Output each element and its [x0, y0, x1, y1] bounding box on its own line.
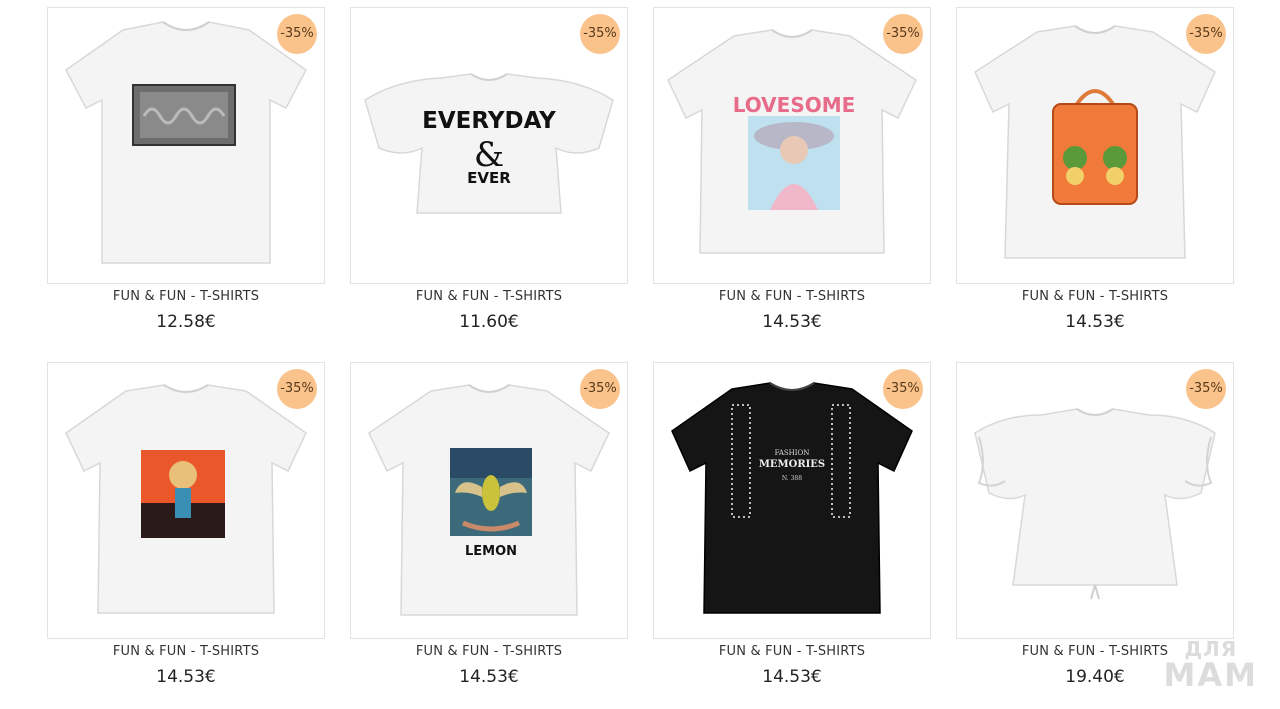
discount-badge: -35% [277, 14, 317, 54]
product-price: 14.53€ [762, 312, 822, 332]
product-title[interactable]: FUN & FUN - T-SHIRTS [350, 644, 628, 659]
product-price: 14.53€ [459, 667, 519, 687]
discount-badge: -35% [580, 369, 620, 409]
discount-badge: -35% [1186, 369, 1226, 409]
tshirt-image: FASHION MEMORIES N. 388 [671, 382, 913, 614]
discount-badge: -35% [883, 14, 923, 54]
tshirt-image [974, 408, 1216, 600]
product-price: 12.58€ [156, 312, 216, 332]
product-card[interactable]: -35% FUN & FUN - T-SHIRTS 14.53€ [956, 7, 1234, 332]
tshirt-image [65, 384, 307, 614]
print-text: N. 388 [782, 475, 802, 482]
product-image[interactable]: LEMON -35% [350, 362, 628, 639]
tshirt-image: EVERYDAY & EVER [364, 73, 614, 214]
discount-badge: -35% [277, 369, 317, 409]
site-watermark: ДЛЯ МАМ [1164, 639, 1258, 691]
tshirt-image [974, 25, 1216, 259]
product-title[interactable]: FUN & FUN - T-SHIRTS [47, 289, 325, 304]
product-image[interactable]: -35% [956, 362, 1234, 639]
product-title[interactable]: FUN & FUN - T-SHIRTS [956, 289, 1234, 304]
product-image[interactable]: -35% [956, 7, 1234, 284]
watermark-line2: МАМ [1163, 656, 1258, 694]
product-card[interactable]: EVERYDAY & EVER -35% FUN & FUN - T-SHIRT… [350, 7, 628, 332]
product-price: 14.53€ [156, 667, 216, 687]
tshirt-image: LOVESOME [667, 29, 917, 254]
print-text: EVERYDAY [422, 108, 556, 134]
product-image[interactable]: -35% [47, 362, 325, 639]
product-image[interactable]: LOVESOME -35% [653, 7, 931, 284]
product-card[interactable]: FASHION MEMORIES N. 388 -35% FUN & FUN -… [653, 362, 931, 687]
discount-badge: -35% [580, 14, 620, 54]
product-price: 14.53€ [1065, 312, 1125, 332]
product-title[interactable]: FUN & FUN - T-SHIRTS [47, 644, 325, 659]
product-image[interactable]: FASHION MEMORIES N. 388 -35% [653, 362, 931, 639]
product-image[interactable]: -35% [47, 7, 325, 284]
product-price: 11.60€ [459, 312, 519, 332]
product-image[interactable]: EVERYDAY & EVER -35% [350, 7, 628, 284]
print-text: FASHION [775, 449, 810, 457]
product-card[interactable]: -35% FUN & FUN - T-SHIRTS 12.58€ [47, 7, 325, 332]
product-title[interactable]: FUN & FUN - T-SHIRTS [350, 289, 628, 304]
tshirt-image [65, 21, 307, 264]
tshirt-image: LEMON [368, 384, 610, 616]
product-title[interactable]: FUN & FUN - T-SHIRTS [653, 289, 931, 304]
print-text: MEMORIES [759, 459, 825, 470]
product-title[interactable]: FUN & FUN - T-SHIRTS [653, 644, 931, 659]
discount-badge: -35% [883, 369, 923, 409]
product-card[interactable]: LOVESOME -35% FUN & FUN - T-SHIRTS 14.53… [653, 7, 931, 332]
print-text: LOVESOME [733, 93, 856, 117]
product-card[interactable]: LEMON -35% FUN & FUN - T-SHIRTS 14.53€ [350, 362, 628, 687]
product-card[interactable]: -35% FUN & FUN - T-SHIRTS 14.53€ [47, 362, 325, 687]
print-text: EVER [467, 169, 511, 187]
discount-badge: -35% [1186, 14, 1226, 54]
print-text: LEMON [465, 544, 517, 559]
product-price: 14.53€ [762, 667, 822, 687]
